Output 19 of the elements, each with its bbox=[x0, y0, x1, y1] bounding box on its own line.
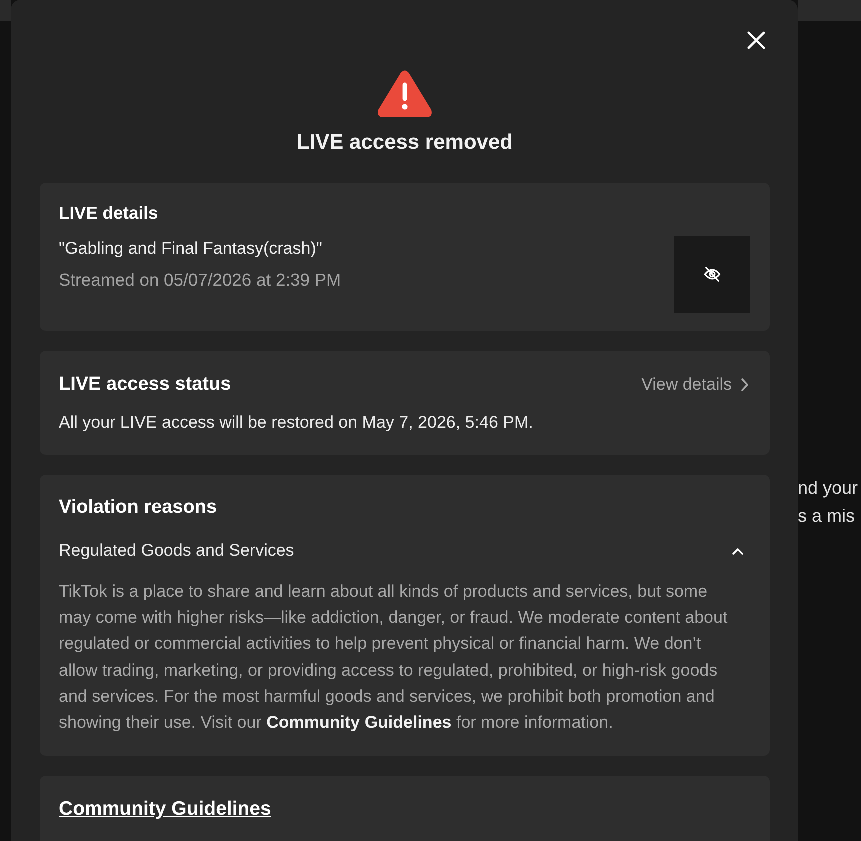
community-guidelines-link[interactable]: Community Guidelines bbox=[59, 797, 272, 822]
restore-message: All your LIVE access will be restored on May 7, 2026, 5:46 PM. bbox=[59, 412, 534, 434]
reason-accordion-header[interactable]: Regulated Goods and Services bbox=[59, 540, 751, 562]
reason-description: TikTok is a place to share and learn about all kinds of products and services, but some may come with higher risks—like addiction, danger, or fraud. We moderate content about regulated or commercial activities to help prevent physical or financial harm. We don’t allow trading, marketing, or providing access to regulated, prohibited, or high-risk goods and services. For the most harmful goods and services, we prohibit both promotion and showing their use. Visit our Community Guidelines for more information. bbox=[59, 581, 729, 734]
community-guidelines-link[interactable]: Community Guidelines bbox=[266, 713, 452, 732]
close-button[interactable] bbox=[746, 30, 767, 51]
close-icon bbox=[747, 31, 766, 50]
stream-title: "Gabling and Final Fantasy(crash)" bbox=[59, 238, 324, 260]
chevron-right-icon bbox=[741, 378, 749, 392]
card-heading: Violation reasons bbox=[59, 496, 218, 520]
stream-date: Streamed on 05/07/2026 at 2:39 PM bbox=[59, 269, 342, 291]
dialog-title: LIVE access removed bbox=[297, 130, 513, 156]
view-details-link[interactable]: View details bbox=[642, 374, 749, 396]
warning-icon bbox=[377, 70, 433, 118]
card-heading: LIVE details bbox=[59, 202, 158, 224]
card-heading: LIVE access status bbox=[59, 373, 232, 397]
eye-slash-icon bbox=[704, 267, 720, 282]
background-text: nd your bbox=[798, 477, 858, 500]
background-text: s a mis bbox=[798, 505, 856, 528]
